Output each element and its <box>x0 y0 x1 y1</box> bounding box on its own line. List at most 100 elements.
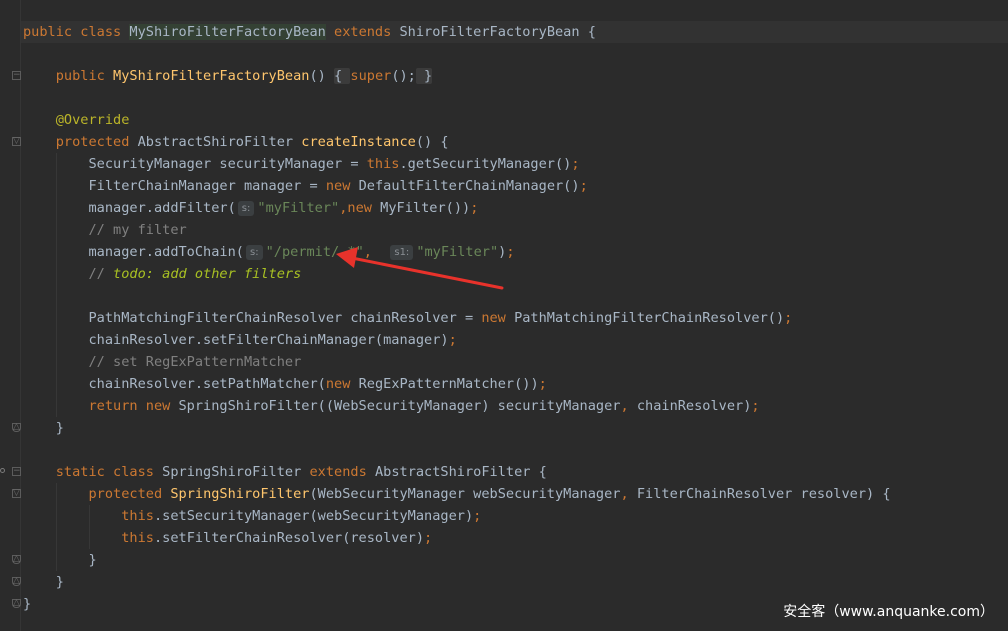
code-token: super <box>350 68 392 84</box>
code-token: chainResolver) <box>636 398 752 414</box>
code-token: , <box>363 244 389 260</box>
code-token: } <box>23 596 32 612</box>
parameter-hint: s: <box>245 245 263 260</box>
code-line[interactable]: } <box>23 417 64 439</box>
code-line[interactable]: manager.addToChain(s: "/permit/.*", s1: "m… <box>23 241 515 263</box>
code-line[interactable]: protected AbstractShiroFilter createInst… <box>23 131 449 153</box>
code-line[interactable]: // set RegExPatternMatcher <box>23 351 301 373</box>
code-token: ; <box>579 178 588 194</box>
code-line[interactable]: // todo: add other filters <box>23 263 301 285</box>
fold-toggle-icon[interactable]: ▽ <box>12 137 21 146</box>
code-token: new <box>347 200 381 216</box>
code-token: } <box>23 574 64 590</box>
parameter-hint: s1: <box>390 245 414 260</box>
code-token: ; <box>784 310 793 326</box>
code-token: extends <box>309 464 375 480</box>
code-token: // my filter <box>23 222 187 238</box>
code-token: ShiroFilterFactoryBean { <box>399 24 596 40</box>
code-token: new <box>325 178 359 194</box>
code-token: AbstractShiroFilter { <box>374 464 547 480</box>
code-token: } <box>23 420 64 436</box>
code-token: "myFilter" <box>257 200 340 216</box>
code-token: } <box>415 68 433 84</box>
code-token: this <box>23 530 154 546</box>
watermark: 安全客（www.anquanke.com） <box>783 604 994 620</box>
code-token: ; <box>506 244 515 260</box>
code-token: .setFilterChainResolver(resolver) <box>153 530 425 546</box>
code-token: @Override <box>23 112 130 128</box>
code-line[interactable]: @Override <box>23 109 130 131</box>
code-line[interactable]: // my filter <box>23 219 187 241</box>
code-token: public <box>23 68 114 84</box>
fold-toggle-icon[interactable]: △ <box>12 599 21 608</box>
code-line[interactable]: chainResolver.setPathMatcher(new RegExPa… <box>23 373 547 395</box>
code-token: () { <box>415 134 449 150</box>
code-token: , <box>620 486 637 502</box>
code-line[interactable]: } <box>23 549 97 571</box>
fold-toggle-icon[interactable]: − <box>12 467 21 476</box>
code-token: (); <box>391 68 416 84</box>
editor-gutter[interactable] <box>0 0 22 631</box>
code-token: this <box>23 508 154 524</box>
code-token: SpringShiroFilter((WebSecurityManager) s… <box>178 398 621 414</box>
code-line[interactable]: FilterChainManager manager = new Default… <box>23 175 588 197</box>
code-token: PathMatchingFilterChainResolver chainRes… <box>23 310 482 326</box>
code-token: createInstance <box>301 134 416 150</box>
code-token: todo: add other filters <box>113 266 302 282</box>
code-token: public class <box>23 24 130 40</box>
code-token: manager.addFilter( <box>23 200 236 216</box>
code-token: ; <box>473 508 482 524</box>
code-token: AbstractShiroFilter <box>137 134 302 150</box>
code-line[interactable]: this.setFilterChainResolver(resolver); <box>23 527 432 549</box>
code-token: PathMatchingFilterChainResolver() <box>514 310 785 326</box>
code-token: protected <box>23 134 138 150</box>
code-token: () <box>309 68 335 84</box>
code-token: manager.addToChain( <box>23 244 244 260</box>
code-line[interactable]: } <box>23 593 31 615</box>
code-token: "/permit/.*" <box>265 244 364 260</box>
code-token: SpringShiroFilter <box>162 464 310 480</box>
fold-toggle-icon[interactable]: ▽ <box>12 489 21 498</box>
code-token: chainResolver.setFilterChainManager(mana… <box>23 332 449 348</box>
code-token: chainResolver.setPathMatcher( <box>23 376 326 392</box>
code-token: .setSecurityManager(webSecurityManager) <box>153 508 474 524</box>
code-token: MyShiroFilterFactoryBean <box>113 68 310 84</box>
code-token: protected <box>23 486 171 502</box>
code-line[interactable]: PathMatchingFilterChainResolver chainRes… <box>23 307 792 329</box>
code-line[interactable]: this.setSecurityManager(webSecurityManag… <box>23 505 481 527</box>
code-line[interactable]: static class SpringShiroFilter extends A… <box>23 461 547 483</box>
code-token: new <box>325 376 359 392</box>
code-token: FilterChainManager manager = <box>23 178 326 194</box>
code-token: "myFilter" <box>416 244 499 260</box>
editor-window: − ▽ △ − ▽ △ △ △ public class MyShiroFilterFacto… <box>0 0 1008 631</box>
code-token: SpringShiroFilter <box>170 486 310 502</box>
code-token: return new <box>23 398 179 414</box>
code-token: ; <box>424 530 433 546</box>
code-token: static class <box>23 464 163 480</box>
code-token: MyFilter()) <box>380 200 471 216</box>
fold-toggle-icon[interactable]: △ <box>12 555 21 564</box>
code-token: ; <box>751 398 760 414</box>
code-token: ; <box>538 376 547 392</box>
code-token: DefaultFilterChainManager() <box>358 178 580 194</box>
code-token: SecurityManager securityManager = <box>23 156 367 172</box>
code-line[interactable]: } <box>23 571 64 593</box>
code-line[interactable]: protected SpringShiroFilter(WebSecurityM… <box>23 483 890 505</box>
code-line[interactable]: SecurityManager securityManager = this.g… <box>23 153 580 175</box>
fold-toggle-icon[interactable]: △ <box>12 577 21 586</box>
gutter-divider <box>20 0 21 631</box>
code-line[interactable]: manager.addFilter(s: "myFilter",new MyFil… <box>23 197 478 219</box>
code-token: } <box>23 552 97 568</box>
code-line[interactable]: chainResolver.setFilterChainManager(mana… <box>23 329 457 351</box>
override-marker-icon[interactable] <box>0 468 5 473</box>
code-line[interactable]: public MyShiroFilterFactoryBean() { supe… <box>23 65 433 87</box>
code-token: ; <box>571 156 580 172</box>
code-token: // <box>23 266 114 282</box>
code-token: ; <box>448 332 457 348</box>
fold-toggle-icon[interactable]: △ <box>12 423 21 432</box>
fold-toggle-icon[interactable]: − <box>12 71 21 80</box>
code-token: , <box>620 398 637 414</box>
code-token: // set RegExPatternMatcher <box>23 354 302 370</box>
code-line[interactable]: public class MyShiroFilterFactoryBean ex… <box>23 21 596 43</box>
code-line[interactable]: return new SpringShiroFilter((WebSecurit… <box>23 395 760 417</box>
